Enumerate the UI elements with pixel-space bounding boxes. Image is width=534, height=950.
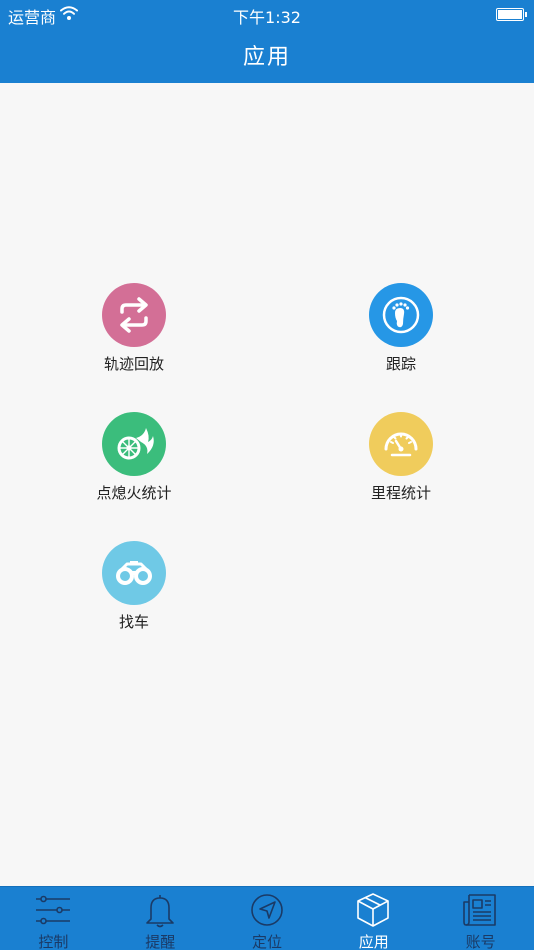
- app-label: 找车: [118, 613, 149, 631]
- tab-label: 账号: [465, 933, 496, 950]
- app-label: 里程统计: [370, 484, 431, 502]
- tab-reminder[interactable]: 提醒: [107, 887, 214, 950]
- page-title: 应用: [242, 45, 291, 70]
- tab-label: 控制: [38, 933, 69, 950]
- navigation-bar: 应用: [0, 28, 534, 83]
- app-ignition-stats[interactable]: 点熄火统计: [54, 412, 214, 512]
- clock-label: 下午1:32: [233, 8, 301, 27]
- tab-label: 提醒: [145, 933, 176, 950]
- sliders-icon: [36, 895, 70, 925]
- tab-apps[interactable]: 应用: [320, 887, 427, 950]
- tab-location[interactable]: 定位: [214, 887, 321, 950]
- binoculars-icon: [102, 541, 166, 605]
- status-bar: 运营商 下午1:32: [0, 0, 534, 28]
- bell-icon: [145, 895, 174, 928]
- speedometer-icon: [369, 412, 433, 476]
- tab-bar: 控制 提醒 定位 应用 账号: [0, 886, 534, 950]
- screen: 运营商 下午1:32 应用 轨迹回放 跟踪 点熄火统计 里程统计 找车 控制 提…: [0, 0, 534, 950]
- repeat-arrows-icon: [102, 283, 166, 347]
- battery-icon: [496, 8, 527, 21]
- tab-control[interactable]: 控制: [0, 887, 107, 950]
- tab-account[interactable]: 账号: [427, 887, 534, 950]
- flaming-wheel-icon: [102, 412, 166, 476]
- app-find-car[interactable]: 找车: [54, 541, 214, 641]
- compass-icon: [250, 894, 283, 926]
- app-mileage-stats[interactable]: 里程统计: [321, 412, 481, 512]
- app-label: 轨迹回放: [103, 355, 164, 373]
- app-track-replay[interactable]: 轨迹回放: [54, 283, 214, 383]
- newspaper-icon: [463, 894, 496, 926]
- tab-label: 应用: [358, 933, 389, 950]
- tab-label: 定位: [251, 933, 282, 950]
- app-tracking[interactable]: 跟踪: [321, 283, 481, 383]
- box-icon: [357, 893, 390, 927]
- app-label: 跟踪: [385, 355, 416, 373]
- footprint-icon: [369, 283, 433, 347]
- app-label: 点熄火统计: [96, 484, 172, 502]
